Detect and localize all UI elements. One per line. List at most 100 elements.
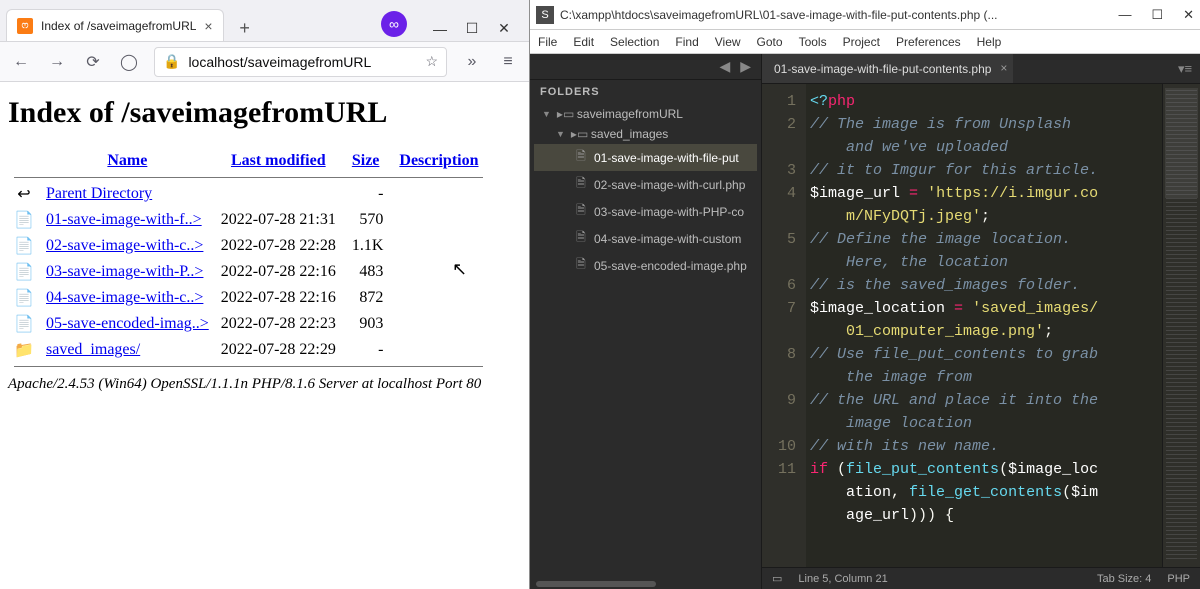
menu-selection[interactable]: Selection (610, 35, 659, 49)
status-position: Line 5, Column 21 (798, 573, 887, 585)
table-row: 📄 01-save-image-with-f..> 2022-07-28 21:31… (8, 207, 489, 233)
editor-close-icon[interactable]: ✕ (1183, 7, 1194, 23)
chevron-down-icon: ▼ (542, 109, 551, 119)
parent-dir-link[interactable]: Parent Directory (46, 185, 152, 202)
panel-toggle-icon[interactable]: ▭ (772, 572, 782, 585)
file-icon: 📄 (14, 210, 34, 230)
close-tab-icon[interactable]: × (204, 18, 212, 34)
maximize-icon[interactable]: ☐ (465, 20, 479, 37)
shield-icon[interactable]: ◯ (118, 51, 140, 73)
url-text: localhost/saveimagefromURL (188, 54, 371, 70)
editor-menubar: File Edit Selection Find View Goto Tools Projec… (530, 30, 1200, 54)
editor-maximize-icon[interactable]: ☐ (1151, 7, 1163, 23)
tree-file[interactable]: 🗎01-save-image-with-file-put (534, 144, 757, 171)
new-tab-button[interactable]: + (232, 15, 258, 41)
tree-file[interactable]: 🗎04-save-image-with-custom (534, 225, 757, 252)
minimap[interactable] (1162, 84, 1200, 567)
file-link[interactable]: 03-save-image-with-P..> (46, 263, 203, 280)
col-name[interactable]: Name (107, 152, 147, 169)
nav-prev-icon[interactable]: ◀ (719, 58, 730, 75)
url-bar[interactable]: 🔒 localhost/saveimagefromURL ☆ (154, 47, 447, 77)
editor-area: 01-save-image-with-file-put-contents.php… (762, 54, 1200, 589)
tree-file[interactable]: 🗎02-save-image-with-curl.php (534, 171, 757, 198)
editor-tab[interactable]: 01-save-image-with-file-put-contents.php… (762, 54, 1013, 83)
file-icon: 📄 (14, 262, 34, 282)
tree-file[interactable]: 🗎03-save-image-with-PHP-co (534, 198, 757, 225)
folder-icon: ▸▭ (557, 107, 571, 121)
status-tabsize[interactable]: Tab Size: 4 (1097, 573, 1151, 585)
xampp-favicon-icon: ෆ (17, 18, 33, 34)
file-modified: 2022-07-28 22:16 (215, 259, 342, 285)
nav-next-icon[interactable]: ▶ (740, 58, 751, 75)
file-link[interactable]: 01-save-image-with-f..> (46, 211, 202, 228)
server-signature: Apache/2.4.53 (Win64) OpenSSL/1.1.1n PHP… (8, 376, 521, 393)
forward-button[interactable]: → (46, 51, 68, 73)
dir-row: 📁 saved_images/ 2022-07-28 22:29 - (8, 337, 489, 363)
extension-icon[interactable]: ∞ (381, 11, 407, 37)
menu-file[interactable]: File (538, 35, 557, 49)
file-size: 872 (342, 285, 390, 311)
split-view-icon[interactable]: ▾≡ (1170, 54, 1200, 83)
tab-title: Index of /saveimagefromURL (41, 19, 196, 33)
browser-tab[interactable]: ෆ Index of /saveimagefromURL × (6, 9, 224, 41)
menu-view[interactable]: View (715, 35, 741, 49)
code-view[interactable]: 1234567891011 <?php// The image is from … (762, 84, 1200, 567)
table-row: 📄04-save-image-with-c..>2022-07-28 22:16… (8, 285, 489, 311)
status-language[interactable]: PHP (1167, 573, 1190, 585)
dir-link[interactable]: saved_images/ (46, 341, 140, 358)
sublime-app-icon: S (536, 6, 554, 24)
menu-help[interactable]: Help (977, 35, 1002, 49)
minimize-icon[interactable]: — (433, 21, 447, 37)
menu-edit[interactable]: Edit (573, 35, 594, 49)
col-size[interactable]: Size (352, 152, 380, 169)
reload-button[interactable]: ⟳ (82, 51, 104, 73)
menu-tools[interactable]: Tools (799, 35, 827, 49)
file-modified: 2022-07-28 22:16 (215, 285, 342, 311)
tree-root[interactable]: ▼ ▸▭ saveimagefromURL (534, 104, 757, 124)
page-title: Index of /saveimagefromURL (8, 96, 521, 130)
bookmark-star-icon[interactable]: ☆ (425, 53, 438, 70)
close-window-icon[interactable]: ✕ (497, 20, 511, 37)
line-gutter: 1234567891011 (762, 84, 806, 567)
file-modified: 2022-07-28 22:23 (215, 311, 342, 337)
page-content: Index of /saveimagefromURL Name Last mod… (0, 82, 529, 589)
window-controls: — ☐ ✕ (415, 20, 523, 41)
parent-dir-row: ↩ Parent Directory - (8, 181, 489, 207)
table-row: 📄02-save-image-with-c..>2022-07-28 22:28… (8, 233, 489, 259)
browser-window: ෆ Index of /saveimagefromURL × + ∞ — ☐ ✕… (0, 0, 530, 589)
editor-minimize-icon[interactable]: — (1118, 7, 1131, 23)
back-button[interactable]: ← (10, 51, 32, 73)
file-link[interactable]: 02-save-image-with-c..> (46, 237, 203, 254)
file-icon: 📄 (14, 314, 34, 334)
sidebar-scrollbar[interactable] (530, 579, 761, 589)
browser-toolbar: ← → ⟳ ◯ 🔒 localhost/saveimagefromURL ☆ »… (0, 42, 529, 82)
editor-sidebar: ◀ ▶ FOLDERS ▼ ▸▭ saveimagefromURL ▼ ▸▭ s… (530, 54, 762, 589)
file-link[interactable]: 04-save-image-with-c..> (46, 289, 203, 306)
file-icon: 🗎 (574, 174, 588, 195)
file-size: 1.1K (342, 233, 390, 259)
file-link[interactable]: 05-save-encoded-imag..> (46, 315, 209, 332)
menu-goto[interactable]: Goto (757, 35, 783, 49)
overflow-icon[interactable]: » (461, 51, 483, 73)
browser-tabstrip: ෆ Index of /saveimagefromURL × + ∞ — ☐ ✕ (0, 0, 529, 42)
dir-size: - (342, 337, 390, 363)
close-tab-icon[interactable]: × (1000, 61, 1007, 75)
file-modified: 2022-07-28 21:31 (215, 207, 342, 233)
editor-title: C:\xampp\htdocs\saveimagefromURL\01-save… (560, 8, 1118, 22)
menu-find[interactable]: Find (675, 35, 698, 49)
tree-file[interactable]: 🗎05-save-encoded-image.php (534, 252, 757, 279)
col-modified[interactable]: Last modified (231, 152, 326, 169)
code-text[interactable]: <?php// The image is from Unsplash and w… (806, 84, 1162, 567)
file-size: 570 (342, 207, 390, 233)
menu-project[interactable]: Project (843, 35, 880, 49)
file-icon: 🗎 (574, 228, 588, 249)
hamburger-menu-icon[interactable]: ≡ (497, 51, 519, 73)
folder-tree: ▼ ▸▭ saveimagefromURL ▼ ▸▭ saved_images … (530, 104, 761, 279)
file-size: 903 (342, 311, 390, 337)
menu-preferences[interactable]: Preferences (896, 35, 961, 49)
tree-folder[interactable]: ▼ ▸▭ saved_images (534, 124, 757, 144)
col-desc[interactable]: Description (399, 152, 478, 169)
editor-statusbar: ▭ Line 5, Column 21 Tab Size: 4 PHP (762, 567, 1200, 589)
table-row: 📄 03-save-image-with-P..> 2022-07-28 22:16… (8, 259, 489, 285)
file-icon: 📄 (14, 236, 34, 256)
